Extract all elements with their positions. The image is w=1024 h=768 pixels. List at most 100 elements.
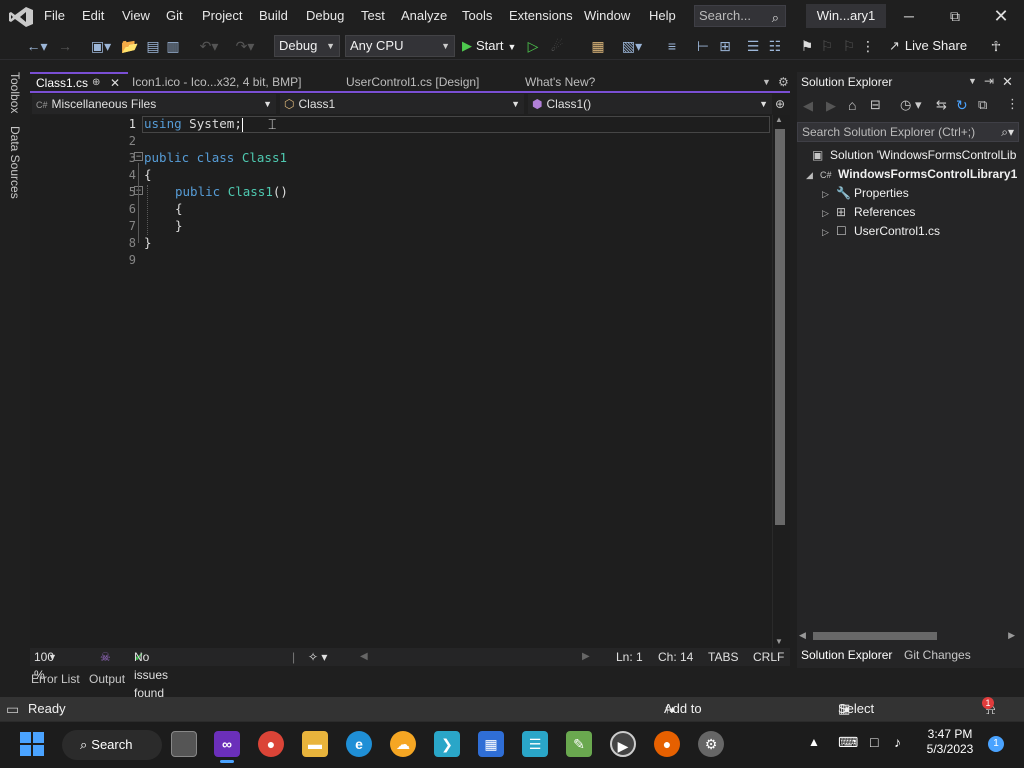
- switch-views-icon[interactable]: ⊟: [870, 97, 881, 113]
- line-indicator[interactable]: Ln: 1: [616, 648, 643, 666]
- tab-git-changes[interactable]: Git Changes: [904, 648, 971, 662]
- weather-icon[interactable]: ☁: [390, 731, 416, 757]
- menu-analyze[interactable]: Analyze: [395, 0, 453, 32]
- firefox-icon[interactable]: ●: [654, 731, 680, 757]
- menu-view[interactable]: View: [116, 0, 156, 32]
- new-project-icon[interactable]: ▣▾: [86, 36, 116, 56]
- class-view-icon[interactable]: ⊞: [716, 36, 734, 56]
- type-nav-select[interactable]: ⬡ Class1 ▼: [280, 94, 524, 114]
- admin-icon[interactable]: ☥: [985, 36, 1007, 56]
- visual-studio-code-icon[interactable]: ❯: [434, 731, 460, 757]
- tree-references-node[interactable]: ▷ ⊞ References: [822, 205, 915, 219]
- save-all-icon[interactable]: ▥: [164, 36, 182, 56]
- tab-list-dropdown-icon[interactable]: ▼: [756, 72, 772, 92]
- collapse-class-icon[interactable]: −: [134, 152, 143, 161]
- tab-class1-cs[interactable]: Class1.cs ⊕ ✕: [30, 72, 128, 92]
- redo-icon[interactable]: ↷▾: [230, 36, 260, 56]
- collapsed-arrow-icon[interactable]: ▷: [822, 227, 836, 238]
- solution-horizontal-scrollbar[interactable]: ◀ ▶: [797, 630, 1017, 642]
- scroll-left-icon[interactable]: ◀: [799, 630, 806, 641]
- menu-debug[interactable]: Debug: [300, 0, 350, 32]
- save-icon[interactable]: ▤: [144, 36, 162, 56]
- code-cleanup-icon[interactable]: ✧ ▾: [308, 648, 327, 666]
- tree-usercontrol-node[interactable]: ▷ ☐ UserControl1.cs: [822, 224, 940, 238]
- notification-count-badge[interactable]: 1: [988, 736, 1004, 752]
- code-editor[interactable]: 1 2 3 4 5 6 7 8 9 − − using System; publ…: [30, 115, 790, 648]
- media-player-icon[interactable]: ▶: [610, 731, 636, 757]
- collapse-all-icon[interactable]: ⧉: [978, 97, 987, 113]
- configuration-select[interactable]: Debug ▼: [274, 35, 340, 57]
- menu-window[interactable]: Window: [578, 0, 636, 32]
- edge-icon[interactable]: e: [346, 731, 372, 757]
- maximize-icon[interactable]: ⧉: [932, 0, 978, 32]
- pending-changes-icon[interactable]: ◷ ▾: [900, 97, 921, 113]
- taskbar-clock[interactable]: 3:47 PM 5/3/2023: [920, 727, 980, 757]
- tab-usercontrol1-design[interactable]: UserControl1.cs [Design]: [340, 72, 520, 92]
- menu-build[interactable]: Build: [253, 0, 294, 32]
- pin-icon[interactable]: ⊕: [92, 74, 100, 92]
- output-tab[interactable]: Output: [89, 672, 125, 686]
- expanded-arrow-icon[interactable]: ◢: [806, 170, 820, 181]
- sync-icon[interactable]: ⇆: [936, 97, 947, 113]
- indent-mode[interactable]: TABS: [708, 648, 738, 666]
- hidden-icons-chevron-icon[interactable]: ▲: [808, 735, 820, 749]
- home-icon[interactable]: ⌂: [848, 97, 856, 113]
- menu-test[interactable]: Test: [355, 0, 391, 32]
- refresh-icon[interactable]: ↻: [956, 97, 968, 114]
- scroll-down-icon[interactable]: ▼: [775, 637, 783, 646]
- settings-gear-icon[interactable]: ⚙: [698, 731, 724, 757]
- bookmark-icon[interactable]: ⚑: [798, 36, 816, 56]
- scroll-right-icon[interactable]: ▶: [1008, 630, 1015, 641]
- file-explorer-icon[interactable]: ▬: [302, 731, 328, 757]
- close-panel-icon[interactable]: ✕: [1002, 74, 1013, 90]
- data-sources-tab[interactable]: Data Sources: [8, 126, 22, 199]
- hot-reload-icon[interactable]: ☄: [546, 36, 568, 56]
- editor-vertical-scrollbar[interactable]: ▲ ▼: [772, 115, 786, 648]
- menu-project[interactable]: Project: [196, 0, 248, 32]
- member-nav-select[interactable]: ⬢ Class1() ▼: [528, 94, 772, 114]
- format-icon[interactable]: ☰: [744, 36, 762, 56]
- scroll-right-icon[interactable]: ▶: [582, 648, 590, 666]
- platform-select[interactable]: Any CPU ▼: [345, 35, 455, 57]
- open-folder-icon[interactable]: 📂: [120, 36, 140, 56]
- navigate-back-icon[interactable]: ←▾: [22, 36, 52, 56]
- tree-project-node[interactable]: ◢ C# WindowsFormsControlLibrary1: [806, 167, 1017, 181]
- column-indicator[interactable]: Ch: 14: [658, 648, 693, 666]
- visual-studio-logo-icon[interactable]: [8, 6, 34, 28]
- back-icon[interactable]: ◀: [803, 98, 813, 114]
- live-share-button[interactable]: ↗ Live Share: [889, 35, 967, 57]
- collapsed-arrow-icon[interactable]: ▷: [822, 189, 836, 200]
- start-without-debugging-icon[interactable]: ▷: [524, 36, 542, 56]
- close-tab-icon[interactable]: ✕: [110, 74, 120, 92]
- spell-check-icon[interactable]: ≡: [662, 36, 682, 56]
- split-editor-icon[interactable]: ⊕: [772, 94, 788, 114]
- store-icon[interactable]: ▦: [478, 731, 504, 757]
- pin-icon[interactable]: ⇥: [984, 74, 994, 88]
- notepad-plus-plus-icon[interactable]: ✎: [566, 731, 592, 757]
- project-nav-select[interactable]: C# Miscellaneous Files ▼: [32, 94, 276, 114]
- notepad-icon[interactable]: ☰: [522, 731, 548, 757]
- bookmark-prev-icon[interactable]: ⚐: [818, 36, 836, 56]
- network-icon[interactable]: □: [870, 734, 878, 750]
- breakpoint-icon[interactable]: ⊢: [694, 36, 712, 56]
- window-title[interactable]: Win...ary1: [806, 4, 886, 28]
- error-list-tab[interactable]: Error List: [31, 672, 80, 686]
- menu-git[interactable]: Git: [160, 0, 189, 32]
- task-view-icon[interactable]: [171, 731, 197, 757]
- forward-icon[interactable]: ▶: [826, 98, 836, 114]
- overflow-icon[interactable]: ⋮: [860, 36, 876, 56]
- windows-start-icon[interactable]: [20, 732, 44, 756]
- menu-file[interactable]: File: [38, 0, 71, 32]
- panel-menu-icon[interactable]: ▼: [968, 76, 977, 86]
- keyboard-icon[interactable]: ⌨: [838, 734, 858, 751]
- overflow-icon[interactable]: ⋮: [1006, 96, 1019, 112]
- minimize-icon[interactable]: ─: [886, 0, 932, 32]
- tree-solution-node[interactable]: ▣ Solution 'WindowsFormsControlLib: [812, 148, 1016, 162]
- scroll-left-icon[interactable]: ◀: [360, 648, 368, 666]
- tree-properties-node[interactable]: ▷ 🔧 Properties: [822, 186, 909, 200]
- collapsed-arrow-icon[interactable]: ▷: [822, 208, 836, 219]
- solution-search-input[interactable]: Search Solution Explorer (Ctrl+;) ⌕▾: [797, 122, 1019, 142]
- intellicode-icon[interactable]: ☠: [100, 648, 111, 666]
- menu-tools[interactable]: Tools: [456, 0, 498, 32]
- bookmark-next-icon[interactable]: ⚐: [840, 36, 858, 56]
